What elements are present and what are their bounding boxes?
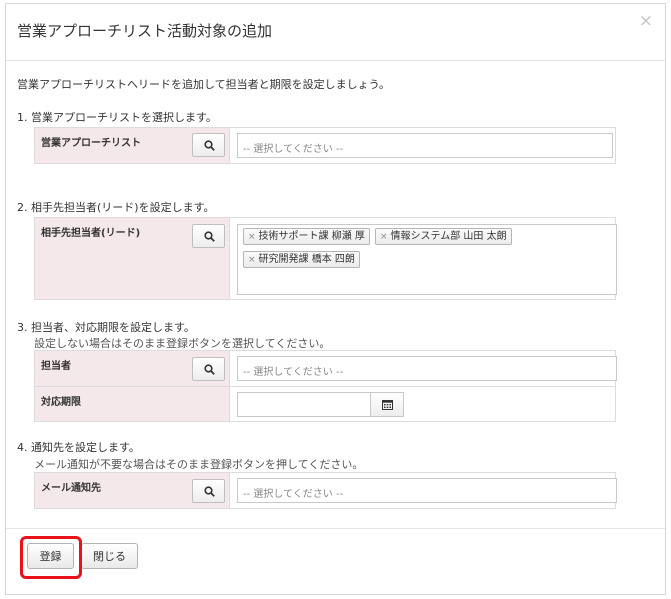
mail-notify-label: メール通知先	[41, 483, 101, 494]
modal-title: 営業アプローチリスト活動対象の追加	[17, 22, 273, 40]
lead-tag-label: 研究開発課 橋本 四朗	[258, 254, 355, 265]
modal-header: 営業アプローチリスト活動対象の追加 ×	[6, 4, 665, 61]
search-icon	[204, 140, 215, 151]
approach-list-select[interactable]: -- 選択してください --	[237, 133, 613, 158]
mail-notify-select[interactable]: -- 選択してください --	[237, 478, 617, 503]
tag-remove-icon[interactable]: ×	[380, 232, 388, 242]
assignee-label: 担当者	[41, 361, 71, 372]
step2-grid: 相手先担当者(リード) × 技術サポート課 柳瀬 厚 × 情報システム部 山田 太朗…	[34, 217, 617, 300]
close-icon[interactable]: ×	[639, 13, 653, 30]
deadline-label-cell: 対応期限	[35, 387, 230, 421]
add-target-modal: 営業アプローチリスト活動対象の追加 × 営業アプローチリストへリードを追加して担…	[5, 3, 666, 595]
step3-subtext: 設定しない場合はそのまま登録ボタンを選択してください。	[34, 337, 331, 350]
lead-search-button[interactable]	[192, 224, 225, 248]
step3-heading: 3. 担当者、対応期限を設定します。	[17, 321, 195, 334]
mail-notify-label-cell: メール通知先	[35, 473, 230, 508]
lead-tag: × 研究開発課 橋本 四朗	[243, 251, 360, 268]
search-icon	[204, 486, 215, 497]
approach-list-row: 営業アプローチリスト -- 選択してください --	[35, 128, 615, 163]
close-button[interactable]: 閉じる	[81, 543, 138, 569]
lead-tag-box[interactable]: × 技術サポート課 柳瀬 厚 × 情報システム部 山田 太朗 × 研究開発課 橋本 四…	[237, 224, 617, 295]
tag-remove-icon[interactable]: ×	[248, 255, 256, 265]
assignee-placeholder: -- 選択してください --	[243, 367, 344, 378]
calendar-icon	[382, 400, 393, 410]
assignee-row: 担当者 -- 選択してください --	[35, 351, 617, 386]
approach-list-label: 営業アプローチリスト	[41, 138, 141, 149]
lead-row: 相手先担当者(リード) × 技術サポート課 柳瀬 厚 × 情報システム部 山田 太朗…	[35, 218, 617, 299]
step4-subtext: メール通知が不要な場合はそのまま登録ボタンを押してください。	[34, 458, 364, 471]
register-highlight	[20, 536, 82, 579]
intro-text: 営業アプローチリストへリードを追加して担当者と期限を設定しましょう。	[17, 78, 391, 91]
assignee-search-button[interactable]	[192, 357, 225, 381]
deadline-row: 対応期限	[35, 386, 615, 421]
deadline-label: 対応期限	[41, 397, 81, 408]
assignee-select[interactable]: -- 選択してください --	[237, 356, 617, 381]
step4-heading: 4. 通知先を設定します。	[17, 441, 140, 454]
calendar-button[interactable]	[371, 392, 404, 417]
step2-heading: 2. 相手先担当者(リード)を設定します。	[17, 201, 215, 214]
assignee-label-cell: 担当者	[35, 351, 230, 386]
step4-grid: メール通知先 -- 選択してください --	[34, 472, 617, 509]
step1-grid: 営業アプローチリスト -- 選択してください --	[34, 127, 616, 164]
mail-notify-row: メール通知先 -- 選択してください --	[35, 473, 617, 508]
approach-list-placeholder: -- 選択してください --	[243, 144, 344, 155]
lead-label-cell: 相手先担当者(リード)	[35, 218, 230, 299]
deadline-input[interactable]	[237, 392, 371, 417]
footer-divider	[6, 528, 665, 529]
approach-list-label-cell: 営業アプローチリスト	[35, 128, 230, 163]
step3-grid: 担当者 -- 選択してください -- 対応期限	[34, 350, 617, 422]
search-icon	[204, 364, 215, 375]
tag-remove-icon[interactable]: ×	[248, 232, 256, 242]
search-icon	[204, 231, 215, 242]
lead-tag: × 情報システム部 山田 太朗	[375, 228, 512, 245]
approach-list-search-button[interactable]	[192, 133, 225, 157]
mail-notify-search-button[interactable]	[192, 479, 225, 503]
lead-tag: × 技術サポート課 柳瀬 厚	[243, 228, 370, 245]
lead-tag-label: 情報システム部 山田 太朗	[390, 231, 507, 242]
lead-label: 相手先担当者(リード)	[41, 228, 141, 239]
step1-heading: 1. 営業アプローチリストを選択します。	[17, 111, 217, 124]
lead-tag-label: 技術サポート課 柳瀬 厚	[258, 231, 365, 242]
mail-notify-placeholder: -- 選択してください --	[243, 489, 344, 500]
